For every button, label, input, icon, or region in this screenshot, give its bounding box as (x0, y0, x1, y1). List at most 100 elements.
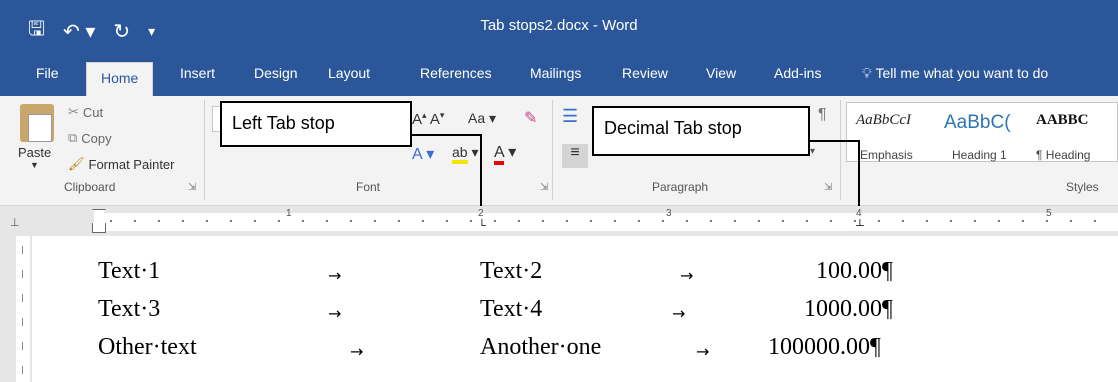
scissors-icon: ✂ (68, 104, 79, 119)
left-tab-marker-icon[interactable]: └ (478, 220, 486, 232)
font-group-label: Font (356, 180, 381, 194)
style-heading1-sample[interactable]: AaBbC( (944, 112, 1011, 134)
ruler-tick (182, 220, 184, 222)
ruler-tick (614, 220, 616, 222)
tab-mailings[interactable]: Mailings (516, 56, 595, 96)
tell-me-box[interactable]: 💡︎ Tell me what you want to do (862, 56, 1048, 96)
ruler-tick (638, 220, 640, 222)
text-effects-icon[interactable]: A ▾ (412, 144, 434, 164)
ruler-tick (1094, 220, 1096, 222)
ruler-tick (1046, 220, 1048, 222)
paragraph-launcher-icon[interactable]: ⇲ (824, 182, 832, 193)
horizontal-ruler[interactable]: ⊥ 1 2 3 4 5 └ ┴ (0, 206, 1118, 236)
row1-col2: Text·2 (480, 258, 543, 284)
document-page[interactable]: Text·1 → Text·2 → 100.00¶ Text·3 → Text·… (32, 236, 1118, 382)
style-heading-sample[interactable]: AABBC (1036, 112, 1089, 129)
vertical-ruler-tick (22, 294, 23, 302)
change-case-button[interactable]: Aa ▾ (468, 110, 496, 127)
tab-insert[interactable]: Insert (166, 56, 229, 96)
paste-button[interactable]: Paste (18, 145, 51, 160)
ruler-track (94, 213, 1118, 231)
align-left-icon[interactable]: ≡ (562, 144, 588, 168)
brush-icon: 🖌︎ (68, 156, 85, 171)
ruler-tick (662, 220, 664, 222)
style-heading-name[interactable]: ¶ Heading (1036, 148, 1090, 162)
row2-col2: Text·4 (480, 296, 543, 322)
decimal-tab-marker-icon[interactable]: ┴ (856, 220, 864, 232)
ruler-tick (134, 220, 136, 222)
style-emphasis-name[interactable]: Emphasis (860, 148, 913, 162)
format-painter-button[interactable]: 🖌︎ Format Painter (68, 156, 175, 172)
highlight-icon[interactable]: ab ▾ (452, 144, 479, 164)
ruler-tick (446, 220, 448, 222)
window-title: Tab stops2.docx - Word (480, 17, 638, 34)
tab-arrow-icon: → (328, 304, 342, 323)
vertical-ruler-track (16, 236, 30, 382)
ruler-tick (710, 220, 712, 222)
ruler-tick (854, 220, 856, 222)
ruler-tick (518, 220, 520, 222)
ruler-tick (806, 220, 808, 222)
style-emphasis-sample[interactable]: AaBbCcI (856, 112, 911, 129)
pilcrow-icon[interactable]: ¶ (818, 106, 827, 124)
callout-leader-line (410, 134, 482, 136)
ruler-number: 5 (1046, 208, 1052, 219)
ribbon: Paste ▼ ✂ Cut ⧉ Copy 🖌︎ Format Painter C… (0, 96, 1118, 206)
ruler-tick (926, 220, 928, 222)
ruler-tick (1070, 220, 1072, 222)
styles-group-label: Styles (1066, 180, 1099, 194)
vertical-ruler-tick (22, 318, 23, 326)
ruler-tick (494, 220, 496, 222)
ruler-tick (326, 220, 328, 222)
tab-review[interactable]: Review (608, 56, 682, 96)
bullets-icon[interactable]: ☰ (562, 106, 578, 127)
tab-arrow-icon: → (680, 266, 694, 285)
vertical-ruler-tick (22, 342, 23, 350)
ruler-tick (158, 220, 160, 222)
row1-col3: 100.00¶ (816, 258, 893, 284)
ruler-tick (278, 220, 280, 222)
divider (840, 100, 841, 200)
ruler-tick (350, 220, 352, 222)
ruler-tick (206, 220, 208, 222)
ruler-tick (782, 220, 784, 222)
tab-view[interactable]: View (692, 56, 750, 96)
paste-icon[interactable] (20, 104, 54, 142)
divider (552, 100, 553, 200)
tab-selector-icon[interactable]: ⊥ (10, 216, 20, 229)
ruler-tick (998, 220, 1000, 222)
tab-design[interactable]: Design (240, 56, 312, 96)
ruler-number: 1 (286, 208, 292, 219)
ruler-number: 2 (478, 208, 484, 219)
row2-col3: 1000.00¶ (804, 296, 893, 322)
tab-references[interactable]: References (406, 56, 506, 96)
ruler-tick (422, 220, 424, 222)
borders-dropdown-icon[interactable]: ▾ (810, 146, 815, 157)
tab-layout[interactable]: Layout (314, 56, 384, 96)
copy-button[interactable]: ⧉ Copy (68, 130, 112, 146)
row3-col2: Another·one (480, 334, 602, 360)
font-color-icon[interactable]: A ▾ (494, 142, 516, 165)
cut-button[interactable]: ✂ Cut (68, 104, 103, 120)
ruler-tick (302, 220, 304, 222)
paste-dropdown-icon[interactable]: ▼ (30, 160, 39, 170)
row1-col1: Text·1 (98, 258, 161, 284)
clipboard-launcher-icon[interactable]: ⇲ (188, 182, 196, 193)
vertical-ruler-tick (22, 246, 23, 254)
ruler-tick (542, 220, 544, 222)
style-heading1-name[interactable]: Heading 1 (952, 148, 1007, 162)
grow-font-icon[interactable]: A▴ A▾ (412, 110, 444, 128)
ruler-tick (470, 220, 472, 222)
ruler-tick (1022, 220, 1024, 222)
callout-leader-line (808, 140, 860, 142)
font-launcher-icon[interactable]: ⇲ (540, 182, 548, 193)
tab-file[interactable]: File (22, 56, 73, 96)
ruler-tick (110, 220, 112, 222)
tab-add-ins[interactable]: Add-ins (760, 56, 835, 96)
tab-home[interactable]: Home (86, 62, 154, 96)
ruler-tick (230, 220, 232, 222)
decimal-tab-stop-callout: Decimal Tab stop (592, 106, 810, 156)
title-bar: 🖫 ↶ ▾ ↻ ▾ Tab stops2.docx - Word (0, 0, 1118, 56)
lightbulb-icon: 💡︎ (862, 65, 872, 81)
clear-formatting-icon[interactable]: ✎ (524, 108, 537, 128)
